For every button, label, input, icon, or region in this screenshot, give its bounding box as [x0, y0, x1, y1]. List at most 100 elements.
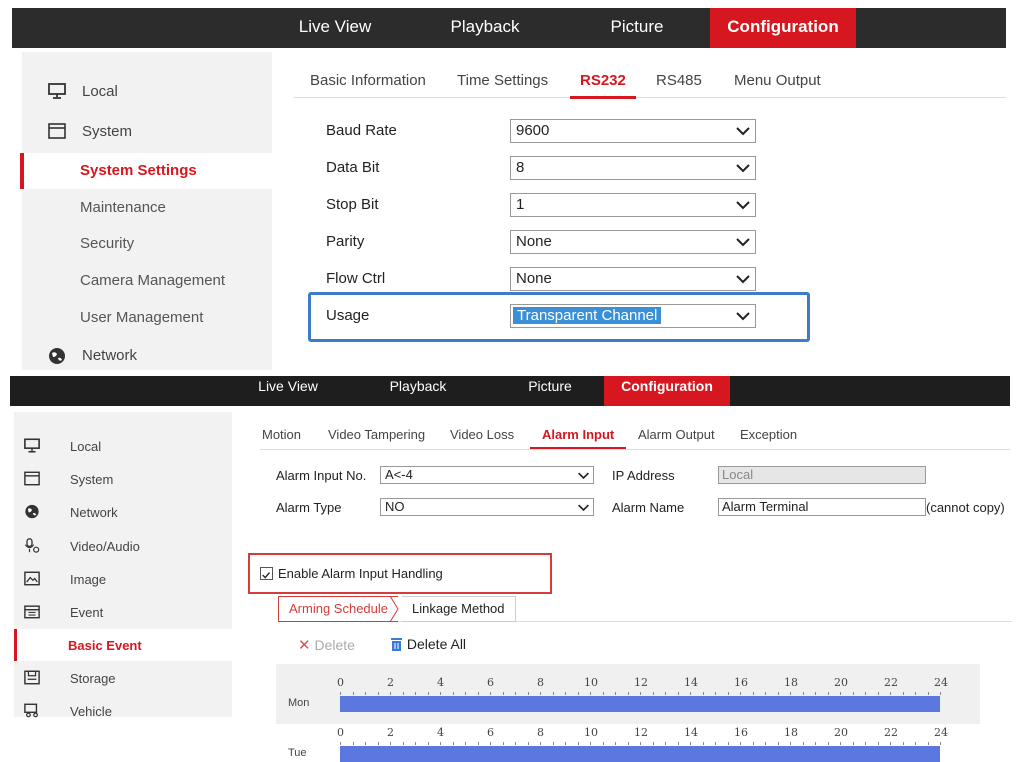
- sidebar-item-label: Camera Management: [80, 272, 226, 289]
- calendar-icon: [24, 605, 40, 619]
- hour-tick: [715, 742, 716, 745]
- hour-label: 4: [437, 726, 444, 739]
- nav-picture[interactable]: Picture: [582, 8, 692, 48]
- hour-tick: [565, 742, 566, 745]
- hour-tick: [415, 692, 416, 695]
- main-content: Basic Information Time Settings RS232 RS…: [272, 52, 1008, 370]
- hour-tick: [365, 692, 366, 695]
- delete-label: Delete: [314, 637, 355, 653]
- tab-alarm-input[interactable]: Alarm Input: [529, 427, 627, 449]
- vehicle-icon: [24, 703, 38, 718]
- nav-picture[interactable]: Picture: [510, 376, 590, 406]
- hour-tick: [565, 692, 566, 695]
- sidebar-item-event[interactable]: Event: [14, 596, 232, 628]
- sidebar-item-network[interactable]: Network: [14, 496, 232, 528]
- nav-configuration[interactable]: Configuration: [710, 8, 856, 48]
- alarm-name-field[interactable]: Alarm Terminal: [718, 498, 926, 516]
- hour-tick: [715, 692, 716, 695]
- tab-rs232[interactable]: RS232: [570, 72, 636, 99]
- hour-tick: [690, 742, 691, 745]
- nav-live-view[interactable]: Live View: [280, 8, 390, 48]
- hour-tick: [927, 742, 929, 745]
- hour-tick: [340, 692, 341, 695]
- schedule-bar-tue[interactable]: [340, 746, 940, 762]
- hour-tick: [490, 692, 491, 695]
- sidebar-item-local[interactable]: Local: [22, 74, 272, 110]
- hour-tick: [540, 742, 541, 745]
- hour-tick: [415, 742, 416, 745]
- sidebar-item-basic-event[interactable]: Basic Event: [14, 629, 232, 661]
- stop-bit-select[interactable]: 1: [510, 193, 756, 217]
- hour-label: 0: [337, 726, 344, 739]
- tab-time-settings[interactable]: Time Settings: [457, 72, 548, 89]
- sidebar-item-maintenance[interactable]: Maintenance: [22, 190, 272, 226]
- stop-bit-label: Stop Bit: [326, 196, 379, 213]
- sidebar-item-label: Security: [80, 235, 135, 252]
- hour-tick: [540, 692, 541, 695]
- sidebar-item-security[interactable]: Security: [22, 226, 272, 262]
- sidebar-item-local[interactable]: Local: [14, 430, 232, 462]
- hour-tick: [602, 692, 604, 695]
- hour-tick: [765, 742, 766, 745]
- delete-all-button[interactable]: Delete All: [390, 636, 466, 652]
- hour-tick: [852, 692, 854, 695]
- delete-button[interactable]: ✕ Delete: [298, 636, 355, 654]
- sidebar-item-storage[interactable]: Storage: [14, 662, 232, 694]
- hour-label: 20: [834, 726, 848, 739]
- hour-tick: [890, 742, 891, 745]
- nav-configuration[interactable]: Configuration: [604, 376, 730, 406]
- tab-menu-output[interactable]: Menu Output: [734, 72, 821, 89]
- sidebar-item-video-audio[interactable]: Video/Audio: [14, 530, 232, 562]
- baud-rate-label: Baud Rate: [326, 122, 397, 139]
- hour-tick: [502, 742, 504, 745]
- tab-video-loss[interactable]: Video Loss: [450, 427, 514, 442]
- sidebar-item-user-management[interactable]: User Management: [22, 300, 272, 336]
- tab-motion[interactable]: Motion: [262, 427, 301, 442]
- sidebar-item-system[interactable]: System: [14, 463, 232, 495]
- alarm-input-no-select[interactable]: A<-4: [380, 466, 594, 484]
- hour-tick: [427, 742, 429, 745]
- chevron-down-icon: [736, 238, 750, 247]
- baud-rate-select[interactable]: 9600: [510, 119, 756, 143]
- sidebar-item-system-settings[interactable]: System Settings: [20, 153, 272, 189]
- hour-tick: [915, 742, 916, 745]
- parity-select[interactable]: None: [510, 230, 756, 254]
- subtab-linkage-method[interactable]: Linkage Method: [402, 596, 516, 622]
- sidebar-item-system[interactable]: System: [22, 114, 272, 150]
- hour-label: 16: [734, 726, 748, 739]
- flow-ctrl-select[interactable]: None: [510, 267, 756, 291]
- hour-label: 6: [487, 676, 494, 689]
- enable-alarm-checkbox[interactable]: [260, 567, 273, 580]
- alarm-type-select[interactable]: NO: [380, 498, 594, 516]
- hour-label: 4: [437, 676, 444, 689]
- hour-tick: [627, 742, 629, 745]
- settings-tabs: Basic Information Time Settings RS232 RS…: [294, 64, 1006, 99]
- data-bit-select[interactable]: 8: [510, 156, 756, 180]
- nav-live-view[interactable]: Live View: [248, 376, 328, 406]
- hour-tick: [840, 692, 841, 695]
- tab-rs485[interactable]: RS485: [656, 72, 702, 89]
- sidebar-item-vehicle[interactable]: Vehicle: [14, 695, 232, 719]
- sidebar-item-label: Image: [70, 572, 107, 587]
- tab-video-tampering[interactable]: Video Tampering: [328, 427, 425, 442]
- sidebar-item-label: System: [70, 472, 114, 487]
- globe-icon: [25, 504, 39, 519]
- hour-tick: [615, 692, 616, 695]
- nav-playback[interactable]: Playback: [430, 8, 540, 48]
- baud-rate-value: 9600: [516, 122, 550, 139]
- nav-playback[interactable]: Playback: [378, 376, 458, 406]
- data-bit-value: 8: [516, 159, 525, 176]
- subtab-arming-schedule[interactable]: Arming Schedule: [278, 596, 398, 622]
- hour-tick: [527, 692, 529, 695]
- hour-tick: [727, 692, 729, 695]
- tab-basic-information[interactable]: Basic Information: [310, 72, 426, 89]
- schedule-bar-mon[interactable]: [340, 696, 940, 712]
- sidebar-item-network[interactable]: Network: [22, 338, 272, 374]
- storage-icon: [24, 670, 40, 685]
- tab-exception[interactable]: Exception: [740, 427, 797, 442]
- tab-alarm-output[interactable]: Alarm Output: [638, 427, 715, 442]
- day-label-tue: Tue: [288, 747, 307, 759]
- monitor-icon: [24, 438, 40, 453]
- sidebar-item-camera-management[interactable]: Camera Management: [22, 263, 272, 299]
- sidebar-item-image[interactable]: Image: [14, 563, 232, 595]
